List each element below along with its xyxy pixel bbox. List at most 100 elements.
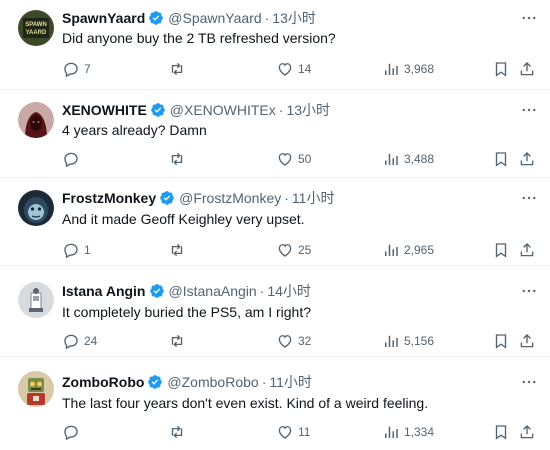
like-button[interactable]: 25	[276, 240, 311, 260]
tweet-actions: 24 32 5,156	[62, 331, 542, 351]
verified-badge-icon	[148, 10, 164, 26]
reply-count: 7	[84, 62, 91, 76]
reply-icon	[62, 60, 80, 78]
like-button[interactable]: 50	[276, 149, 311, 169]
timestamp[interactable]: 11小时	[269, 373, 312, 391]
view-count: 5,156	[404, 334, 435, 348]
tweet[interactable]: SPAWN YAARD SpawnYaard @SpawnYaard · 13小时…	[0, 0, 550, 90]
more-options-icon[interactable]	[519, 101, 539, 119]
views-button[interactable]: 1,334	[382, 422, 434, 442]
avatar[interactable]: SPAWN YAARD	[18, 10, 54, 46]
bookmark-button[interactable]	[492, 59, 510, 79]
retweet-icon	[168, 60, 186, 78]
share-icon	[518, 241, 536, 259]
timestamp[interactable]: 13小时	[286, 101, 330, 119]
avatar[interactable]	[18, 102, 54, 138]
retweet-icon	[168, 241, 186, 259]
avatar[interactable]	[18, 190, 54, 226]
retweet-button[interactable]	[168, 149, 190, 169]
tweet[interactable]: FrostzMonkey @FrostzMonkey · 11小时 And it…	[0, 178, 550, 266]
share-button[interactable]	[518, 331, 536, 351]
reply-button[interactable]	[62, 422, 84, 442]
retweet-button[interactable]	[168, 331, 190, 351]
timestamp[interactable]: 11小时	[292, 189, 335, 207]
author-handle[interactable]: @FrostzMonkey	[179, 189, 281, 207]
author-name[interactable]: SpawnYaard	[62, 9, 145, 27]
tweet-actions: 11 1,334	[62, 422, 542, 442]
bookmark-button[interactable]	[492, 149, 510, 169]
avatar[interactable]	[18, 282, 54, 318]
view-count: 1,334	[404, 425, 435, 439]
bookmark-icon	[492, 332, 510, 350]
more-options-icon[interactable]	[519, 9, 539, 27]
author-handle[interactable]: @IstanaAngin	[169, 282, 257, 300]
tweet-text: The last four years don't even exist. Ki…	[62, 395, 429, 411]
share-button[interactable]	[518, 149, 536, 169]
retweet-button[interactable]	[168, 59, 190, 79]
like-button[interactable]: 14	[276, 59, 311, 79]
like-count: 14	[298, 62, 312, 76]
tweet[interactable]: XENOWHITE @XENOWHITEx · 13小时 4 years alr…	[0, 90, 550, 178]
verified-badge-icon	[150, 102, 166, 118]
more-options-icon[interactable]	[519, 189, 539, 207]
verified-badge-icon	[159, 190, 175, 206]
author-handle[interactable]: @SpawnYaard	[168, 9, 261, 27]
separator-dot: ·	[278, 102, 284, 118]
share-button[interactable]	[518, 240, 536, 260]
svg-text:YAARD: YAARD	[26, 30, 47, 36]
heart-icon	[276, 241, 294, 259]
separator-dot: ·	[264, 10, 270, 26]
like-count: 11	[298, 425, 311, 439]
tweet-header: FrostzMonkey @FrostzMonkey · 11小时	[62, 189, 334, 207]
reply-icon	[62, 241, 80, 259]
svg-text:SPAWN: SPAWN	[25, 22, 47, 28]
retweet-button[interactable]	[168, 240, 190, 260]
more-options-icon[interactable]	[519, 373, 539, 391]
author-handle[interactable]: @ZomboRobo	[167, 373, 258, 391]
like-button[interactable]: 32	[276, 331, 311, 351]
bookmark-button[interactable]	[492, 422, 510, 442]
author-handle[interactable]: @XENOWHITEx	[170, 101, 276, 119]
retweet-icon	[168, 423, 186, 441]
retweet-icon	[168, 332, 186, 350]
views-chart-icon	[382, 332, 400, 350]
separator-dot: ·	[261, 374, 267, 390]
tweet-header: ZomboRobo @ZomboRobo · 11小时	[62, 373, 312, 391]
views-button[interactable]: 3,488	[382, 149, 434, 169]
reply-icon	[62, 332, 80, 350]
reply-count: 1	[84, 243, 91, 257]
share-button[interactable]	[518, 422, 536, 442]
author-name[interactable]: ZomboRobo	[62, 373, 144, 391]
reply-button[interactable]	[62, 149, 84, 169]
tweet[interactable]: Istana Angin @IstanaAngin · 14小时 It comp…	[0, 266, 550, 357]
heart-icon	[276, 423, 294, 441]
bookmark-icon	[492, 60, 510, 78]
like-button[interactable]: 11	[276, 422, 310, 442]
tweet-text: It completely buried the PS5, am I right…	[62, 304, 312, 320]
reply-button[interactable]: 7	[62, 59, 91, 79]
views-button[interactable]: 5,156	[382, 331, 434, 351]
like-count: 50	[298, 152, 312, 166]
bookmark-button[interactable]	[492, 331, 510, 351]
tweet[interactable]: ZomboRobo @ZomboRobo · 11小时 The last fou…	[0, 357, 550, 450]
timestamp[interactable]: 13小时	[272, 9, 316, 27]
share-button[interactable]	[518, 59, 536, 79]
bookmark-button[interactable]	[492, 240, 510, 260]
views-button[interactable]: 3,968	[382, 59, 434, 79]
reply-button[interactable]: 24	[62, 331, 97, 351]
timestamp[interactable]: 14小时	[267, 282, 311, 300]
views-chart-icon	[382, 150, 400, 168]
more-options-icon[interactable]	[519, 282, 539, 300]
views-button[interactable]: 2,965	[382, 240, 434, 260]
retweet-button[interactable]	[168, 422, 190, 442]
tweet-text: Did anyone buy the 2 TB refreshed versio…	[62, 30, 336, 46]
author-name[interactable]: XENOWHITE	[62, 101, 147, 119]
avatar[interactable]	[18, 371, 54, 407]
author-name[interactable]: FrostzMonkey	[62, 189, 156, 207]
separator-dot: ·	[284, 190, 289, 206]
reply-icon	[62, 423, 80, 441]
tweet-header: Istana Angin @IstanaAngin · 14小时	[62, 282, 311, 300]
author-name[interactable]: Istana Angin	[62, 282, 146, 300]
reply-button[interactable]: 1	[62, 240, 91, 260]
views-chart-icon	[382, 423, 400, 441]
